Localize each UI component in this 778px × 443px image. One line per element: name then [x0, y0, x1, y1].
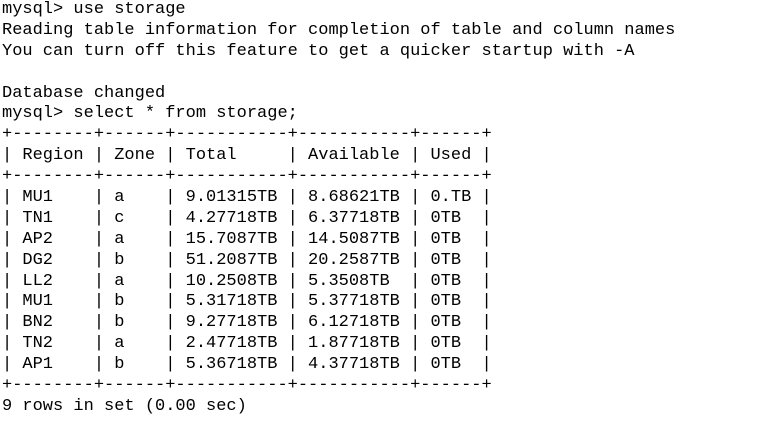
terminal-window[interactable]: mysql> use storage Reading table informa…: [0, 0, 778, 443]
table-row: | MU1 | b | 5.31718TB | 5.37718TB | 0TB …: [2, 292, 492, 312]
table-border: +--------+------+-----------+-----------…: [2, 125, 492, 145]
table-row: | BN2 | b | 9.27718TB | 6.12718TB | 0TB …: [2, 313, 492, 333]
table-border: +--------+------+-----------+-----------…: [2, 167, 492, 187]
table-row: | AP1 | b | 5.36718TB | 4.37718TB | 0TB …: [2, 355, 492, 375]
result-summary: 9 rows in set (0.00 sec): [2, 396, 247, 416]
table-row: | DG2 | b | 51.2087TB | 20.2587TB | 0TB …: [2, 250, 492, 270]
table-row: | TN1 | c | 4.27718TB | 6.37718TB | 0TB …: [2, 208, 492, 228]
terminal-line: Database changed: [2, 83, 166, 103]
input-line[interactable]: -: [2, 439, 778, 443]
table-row: | TN2 | a | 2.47718TB | 1.87718TB | 0TB …: [2, 334, 492, 354]
table-row: | AP2 | a | 15.7087TB | 14.5087TB | 0TB …: [2, 229, 492, 249]
terminal-line: mysql> use storage: [2, 0, 186, 19]
terminal-line: Reading table information for completion…: [2, 20, 676, 40]
table-border: +--------+------+-----------+-----------…: [2, 376, 492, 396]
table-row: | MU1 | a | 9.01315TB | 8.68621TB | 0.TB…: [2, 188, 492, 208]
table-row: | LL2 | a | 10.2508TB | 5.3508TB | 0TB |: [2, 271, 492, 291]
terminal-line: mysql> select * from storage;: [2, 104, 298, 124]
terminal-line: You can turn off this feature to get a q…: [2, 41, 635, 61]
prompt-remnant: -: [2, 439, 53, 443]
table-header: | Region | Zone | Total | Available | Us…: [2, 146, 492, 166]
